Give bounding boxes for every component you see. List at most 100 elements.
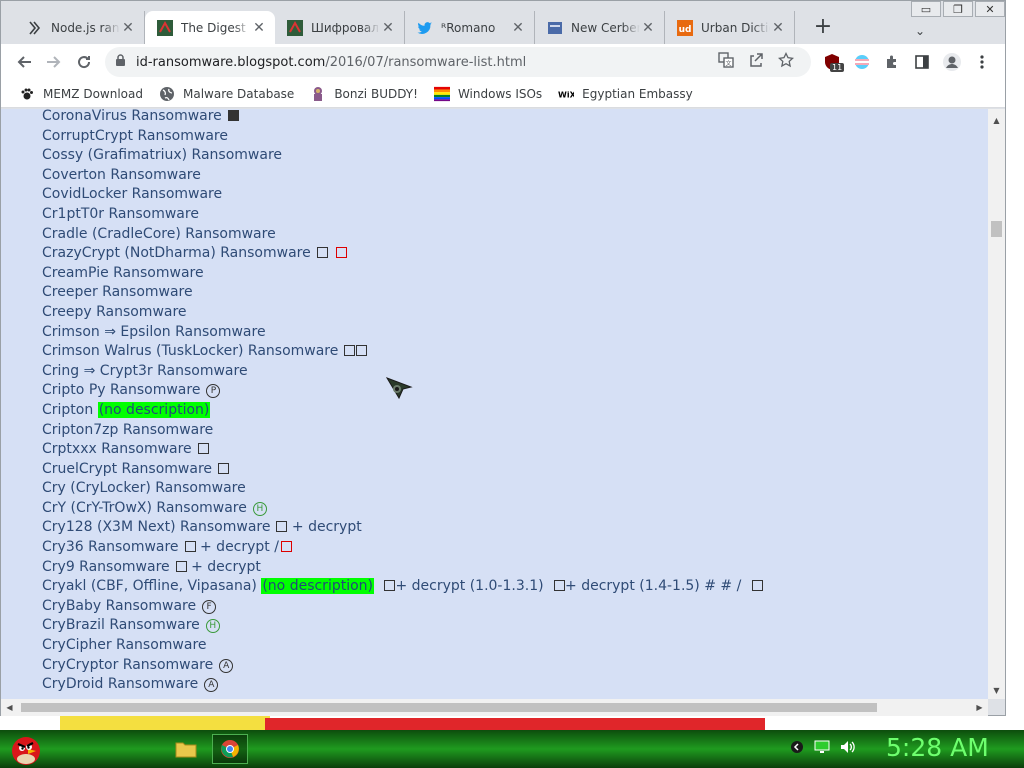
scroll-left-arrow-icon[interactable]: ◀ <box>1 699 18 716</box>
share-icon[interactable] <box>741 52 771 72</box>
horizontal-scrollbar[interactable]: ◀ ▶ <box>1 699 988 716</box>
bookmark-3[interactable]: Windows ISOs <box>433 86 542 102</box>
reload-button[interactable] <box>69 47 99 77</box>
menu-kebab-icon[interactable] <box>967 47 997 77</box>
network-icon[interactable] <box>814 740 830 757</box>
list-item[interactable]: Crimson ⇒ Epsilon Ransomware <box>42 323 763 343</box>
list-item-name[interactable]: CruelCrypt Ransomware <box>42 461 212 477</box>
close-tab-icon[interactable]: ✕ <box>120 20 136 36</box>
list-item-name[interactable]: Crimson ⇒ Epsilon Ransomware <box>42 324 266 340</box>
list-item[interactable]: CryBaby Ransomware F <box>42 597 763 617</box>
list-item[interactable]: CovidLocker Ransomware <box>42 185 763 205</box>
list-item[interactable]: Coverton Ransomware <box>42 166 763 186</box>
list-item-name[interactable]: CreamPie Ransomware <box>42 265 204 281</box>
list-item[interactable]: Cradle (CradleCore) Ransomware <box>42 225 763 245</box>
bookmark-1[interactable]: Malware Database <box>159 86 294 102</box>
tab-1[interactable]: The Digest " ✕ <box>145 11 275 44</box>
bookmark-0[interactable]: MEMZ Download <box>19 86 143 102</box>
list-item-name[interactable]: Cripto Py Ransomware <box>42 382 200 398</box>
decrypt-link[interactable]: + decrypt (1.4-1.5) # # / <box>565 578 741 594</box>
volume-icon[interactable] <box>840 740 856 757</box>
translate-icon[interactable]: 文 <box>711 52 741 72</box>
close-tab-icon[interactable]: ✕ <box>251 20 267 36</box>
list-item[interactable]: CryDroid Ransomware A <box>42 675 763 695</box>
list-item-name[interactable]: CrazyCrypt (NotDharma) Ransomware <box>42 245 311 261</box>
list-item[interactable]: Cry128 (X3M Next) Ransomware + decrypt <box>42 518 763 538</box>
list-item[interactable]: CrazyCrypt (NotDharma) Ransomware <box>42 244 763 264</box>
tray-chevron-icon[interactable] <box>790 740 804 757</box>
list-item[interactable]: Cry9 Ransomware + decrypt <box>42 558 763 578</box>
decrypt-link[interactable]: + decrypt <box>187 559 261 575</box>
list-item[interactable]: Cripton7zp Ransomware <box>42 421 763 441</box>
list-item-name[interactable]: Cripton <box>42 402 93 418</box>
close-tab-icon[interactable]: ✕ <box>770 20 786 36</box>
list-item[interactable]: CryBrazil Ransomware H <box>42 616 763 636</box>
list-item[interactable]: Crimson Walrus (TuskLocker) Ransomware <box>42 342 763 362</box>
list-item[interactable]: CrY (CrY-TrOwX) Ransomware H <box>42 499 763 519</box>
list-item-name[interactable]: CryBaby Ransomware <box>42 598 196 614</box>
list-item[interactable]: Crptxxx Ransomware <box>42 440 763 460</box>
list-item-name[interactable]: Cr1ptT0r Ransomware <box>42 206 199 222</box>
scroll-right-arrow-icon[interactable]: ▶ <box>971 699 988 716</box>
list-item-name[interactable]: Cry128 (X3M Next) Ransomware <box>42 519 270 535</box>
list-item-name[interactable]: Crptxxx Ransomware <box>42 441 192 457</box>
list-item[interactable]: Cr1ptT0r Ransomware <box>42 205 763 225</box>
lock-icon[interactable] <box>115 54 126 70</box>
tab-3[interactable]: ᴿRomano ✕ <box>405 11 535 44</box>
list-item-name[interactable]: Cry36 Ransomware <box>42 539 179 555</box>
list-item-name[interactable]: CryCryptor Ransomware <box>42 657 213 673</box>
list-item-name[interactable]: CryBrazil Ransomware <box>42 617 200 633</box>
list-item-name[interactable]: CoronaVirus Ransomware <box>42 109 222 124</box>
list-item-name[interactable]: Cradle (CradleCore) Ransomware <box>42 226 276 242</box>
list-item[interactable]: CreamPie Ransomware <box>42 264 763 284</box>
scroll-down-arrow-icon[interactable]: ▼ <box>988 682 1005 699</box>
address-bar[interactable]: id-ransomware.blogspot.com/2016/07/ranso… <box>105 47 811 77</box>
url-text[interactable]: id-ransomware.blogspot.com/2016/07/ranso… <box>136 55 711 70</box>
taskbar-file-explorer[interactable] <box>168 734 204 764</box>
tab-4[interactable]: New Cerber ✕ <box>535 11 665 44</box>
list-item[interactable]: CryCryptor Ransomware A <box>42 656 763 676</box>
list-item-name[interactable]: Cryakl (CBF, Offline, Vipasana) <box>42 578 257 594</box>
list-item-name[interactable]: Coverton Ransomware <box>42 167 201 183</box>
horizontal-scroll-thumb[interactable] <box>21 703 877 712</box>
puzzle-extensions-icon[interactable] <box>877 47 907 77</box>
list-item-name[interactable]: Cry (CryLocker) Ransomware <box>42 480 246 496</box>
trans-flag-extension-icon[interactable] <box>847 47 877 77</box>
list-item-name[interactable]: CrY (CrY-TrOwX) Ransomware <box>42 500 247 516</box>
list-item[interactable]: CryCipher Ransomware <box>42 636 763 656</box>
decrypt-link[interactable]: + decrypt / <box>196 539 279 555</box>
tab-2[interactable]: Шифровальщики✕ <box>275 11 405 44</box>
list-item-name[interactable]: Cring ⇒ Crypt3r Ransomware <box>42 363 248 379</box>
list-item[interactable]: Cry (CryLocker) Ransomware <box>42 479 763 499</box>
bookmark-4[interactable]: WiX Egyptian Embassy <box>558 86 693 102</box>
list-item[interactable]: Cossy (Grafimatriux) Ransomware <box>42 146 763 166</box>
list-item-name[interactable]: Cossy (Grafimatriux) Ransomware <box>42 147 282 163</box>
list-item[interactable]: Creeper Ransomware <box>42 283 763 303</box>
list-item-name[interactable]: Creepy Ransomware <box>42 304 187 320</box>
close-tab-icon[interactable]: ✕ <box>380 20 396 36</box>
vertical-scroll-thumb[interactable] <box>991 221 1002 237</box>
ublock-extension-icon[interactable]: 11 <box>817 47 847 77</box>
list-item-name[interactable]: Creeper Ransomware <box>42 284 193 300</box>
list-item[interactable]: Creepy Ransomware <box>42 303 763 323</box>
list-item[interactable]: Cryakl (CBF, Offline, Vipasana) (no desc… <box>42 577 763 597</box>
tab-0[interactable]: Node.js ransomware✕ <box>15 11 145 44</box>
back-button[interactable] <box>9 47 39 77</box>
bookmark-2[interactable]: Bonzi BUDDY! <box>310 86 418 102</box>
list-item-name[interactable]: Cripton7zp Ransomware <box>42 422 213 438</box>
vertical-scrollbar[interactable]: ▲ ▼ <box>988 109 1005 699</box>
list-item[interactable]: Cry36 Ransomware + decrypt / <box>42 538 763 558</box>
list-item-name[interactable]: Crimson Walrus (TuskLocker) Ransomware <box>42 343 338 359</box>
list-item-name[interactable]: Cry9 Ransomware <box>42 559 170 575</box>
taskbar-clock[interactable]: 5:28 AM <box>886 733 989 762</box>
start-button[interactable] <box>6 731 46 767</box>
list-item-name[interactable]: CorruptCrypt Ransomware <box>42 128 228 144</box>
close-tab-icon[interactable]: ✕ <box>640 20 656 36</box>
forward-button[interactable] <box>39 47 69 77</box>
profile-avatar-icon[interactable] <box>937 47 967 77</box>
bookmark-star-icon[interactable] <box>771 51 801 72</box>
list-item[interactable]: CorruptCrypt Ransomware <box>42 127 763 147</box>
scroll-up-arrow-icon[interactable]: ▲ <box>988 112 1005 129</box>
close-tab-icon[interactable]: ✕ <box>510 20 526 36</box>
list-item-name[interactable]: CryDroid Ransomware <box>42 676 198 692</box>
